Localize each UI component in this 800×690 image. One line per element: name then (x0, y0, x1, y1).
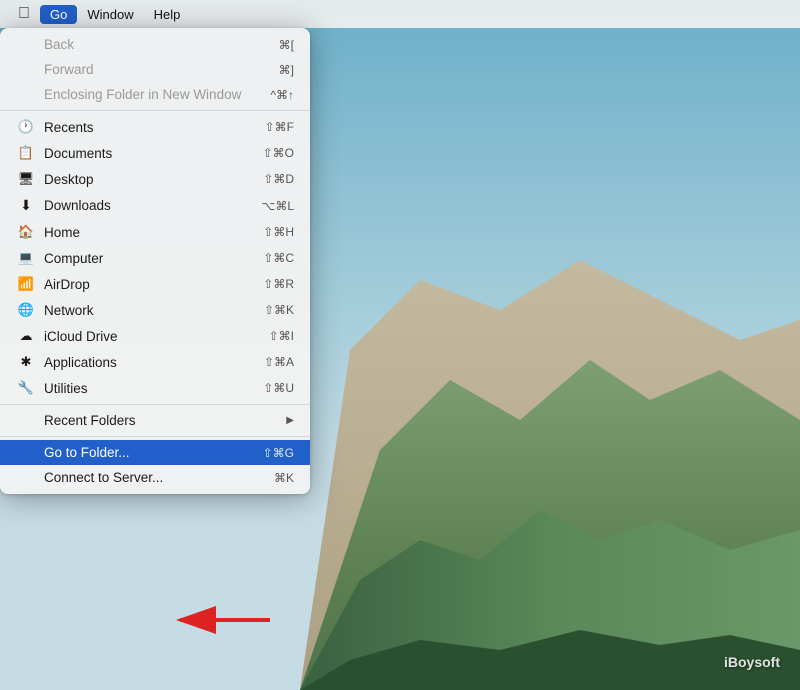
menu-item-computer[interactable]: 💻 Computer ⇧⌘C (0, 245, 310, 271)
watermark: iBoysoft (724, 654, 780, 670)
forward-shortcut: ⌘] (279, 63, 294, 77)
menu-item-applications[interactable]: ✱ Applications ⇧⌘A (0, 349, 310, 375)
icloud-icon: ☁ (16, 328, 36, 344)
enclosing-shortcut: ^⌘↑ (270, 88, 294, 102)
desktop-shortcut: ⇧⌘D (263, 172, 294, 186)
computer-icon: 💻 (16, 250, 36, 266)
documents-label: Documents (44, 146, 263, 161)
menu-item-icloud[interactable]: ☁ iCloud Drive ⇧⌘I (0, 323, 310, 349)
downloads-label: Downloads (44, 198, 261, 213)
recent-folders-arrow: ▶ (286, 415, 294, 426)
menu-item-recent-folders[interactable]: Recent Folders ▶ (0, 408, 310, 433)
recents-icon: 🕐 (16, 119, 36, 135)
menu-item-airdrop[interactable]: 📶 AirDrop ⇧⌘R (0, 271, 310, 297)
recents-label: Recents (44, 120, 265, 135)
network-icon: 🌐 (16, 302, 36, 318)
computer-label: Computer (44, 251, 263, 266)
utilities-label: Utilities (44, 381, 263, 396)
apple-menu[interactable]:  (8, 5, 40, 23)
go-menu-dropdown: Back ⌘[ Forward ⌘] Enclosing Folder in N… (0, 28, 310, 494)
documents-icon: 📋 (16, 145, 36, 161)
recent-folders-label: Recent Folders (44, 413, 286, 428)
network-label: Network (44, 303, 264, 318)
desktop-icon: 🖥 (16, 171, 36, 187)
red-arrow-svg (160, 600, 280, 640)
desktop-label: Desktop (44, 172, 263, 187)
menu-item-network[interactable]: 🌐 Network ⇧⌘K (0, 297, 310, 323)
sep-3 (0, 436, 310, 437)
airdrop-label: AirDrop (44, 277, 263, 292)
applications-icon: ✱ (16, 354, 36, 370)
menu-item-recents[interactable]: 🕐 Recents ⇧⌘F (0, 114, 310, 140)
arrow-annotation (160, 600, 280, 645)
connect-server-shortcut: ⌘K (274, 471, 294, 485)
goto-folder-label: Go to Folder... (44, 445, 263, 460)
applications-label: Applications (44, 355, 264, 370)
menu-item-enclosing[interactable]: Enclosing Folder in New Window ^⌘↑ (0, 82, 310, 107)
menu-item-back[interactable]: Back ⌘[ (0, 32, 310, 57)
menu-item-desktop[interactable]: 🖥 Desktop ⇧⌘D (0, 166, 310, 192)
airdrop-icon: 📶 (16, 276, 36, 292)
network-shortcut: ⇧⌘K (264, 303, 294, 317)
home-icon: 🏠 (16, 224, 36, 240)
utilities-shortcut: ⇧⌘U (263, 381, 294, 395)
home-label: Home (44, 225, 263, 240)
computer-shortcut: ⇧⌘C (263, 251, 294, 265)
downloads-shortcut: ⌥⌘L (261, 199, 294, 213)
connect-server-label: Connect to Server... (44, 470, 274, 485)
applications-shortcut: ⇧⌘A (264, 355, 294, 369)
home-shortcut: ⇧⌘H (263, 225, 294, 239)
menu-item-utilities[interactable]: 🔧 Utilities ⇧⌘U (0, 375, 310, 401)
menubar:  Go Window Help (0, 0, 800, 28)
downloads-icon: ⬇ (16, 197, 36, 214)
sep-1 (0, 110, 310, 111)
airdrop-shortcut: ⇧⌘R (263, 277, 294, 291)
menu-item-home[interactable]: 🏠 Home ⇧⌘H (0, 219, 310, 245)
menubar-window[interactable]: Window (77, 5, 143, 24)
recents-shortcut: ⇧⌘F (265, 120, 294, 134)
icloud-shortcut: ⇧⌘I (269, 329, 294, 343)
menu-item-forward[interactable]: Forward ⌘] (0, 57, 310, 82)
icloud-label: iCloud Drive (44, 329, 269, 344)
menu-item-documents[interactable]: 📋 Documents ⇧⌘O (0, 140, 310, 166)
back-shortcut: ⌘[ (279, 38, 294, 52)
forward-label: Forward (44, 62, 279, 77)
goto-folder-shortcut: ⇧⌘G (263, 446, 294, 460)
menu-item-connect-server[interactable]: Connect to Server... ⌘K (0, 465, 310, 490)
menubar-go[interactable]: Go (40, 5, 77, 24)
enclosing-label: Enclosing Folder in New Window (44, 87, 270, 102)
menu-item-downloads[interactable]: ⬇ Downloads ⌥⌘L (0, 192, 310, 219)
menu-item-goto-folder[interactable]: Go to Folder... ⇧⌘G (0, 440, 310, 465)
back-label: Back (44, 37, 279, 52)
sep-2 (0, 404, 310, 405)
documents-shortcut: ⇧⌘O (263, 146, 294, 160)
utilities-icon: 🔧 (16, 380, 36, 396)
menubar-help[interactable]: Help (144, 5, 191, 24)
